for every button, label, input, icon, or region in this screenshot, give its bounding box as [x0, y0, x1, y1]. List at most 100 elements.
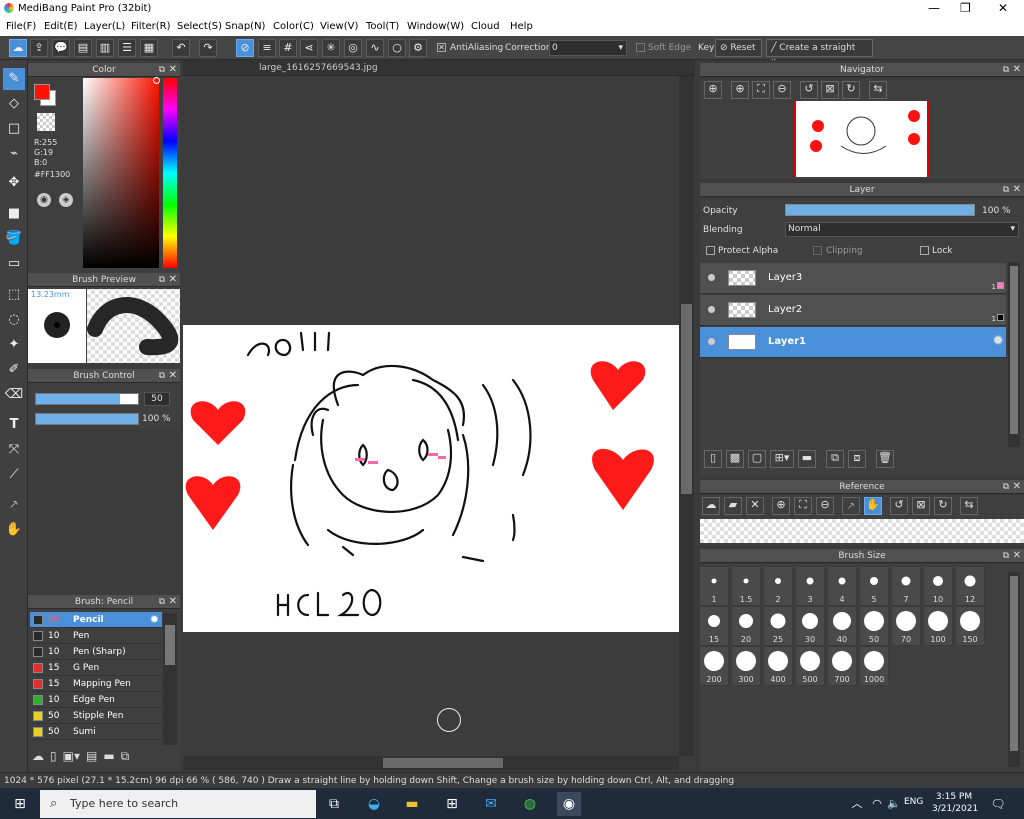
- folder-icon[interactable]: ▬: [103, 749, 114, 764]
- brush-size-cell[interactable]: 25: [763, 606, 793, 646]
- fit-icon[interactable]: ⛶: [752, 81, 770, 99]
- medibang-icon[interactable]: ◍: [518, 792, 542, 816]
- select-rect-icon[interactable]: ⬚: [3, 284, 25, 306]
- windows-start-icon[interactable]: ⊞: [8, 792, 32, 816]
- fill-rect-tool-icon[interactable]: ■: [3, 203, 25, 225]
- brush-size-cell[interactable]: 2: [763, 566, 793, 606]
- popout-icon[interactable]: ⧉: [1003, 63, 1009, 77]
- brush-size-cell[interactable]: 1000: [859, 646, 889, 686]
- palette-icon[interactable]: ◉: [37, 193, 51, 207]
- store-icon[interactable]: ⊞: [440, 792, 464, 816]
- brush-list-item[interactable]: 15 G Pen: [30, 660, 162, 676]
- rotate-right-icon[interactable]: ↻: [842, 81, 860, 99]
- drawing-canvas[interactable]: [183, 325, 679, 632]
- menu-help[interactable]: Help: [510, 21, 533, 32]
- edge-browser-icon[interactable]: ◒: [362, 792, 386, 816]
- brush-size-cell[interactable]: 100: [923, 606, 953, 646]
- brush-list-item[interactable]: 10 Pen: [30, 628, 162, 644]
- copy-brush-icon[interactable]: ▤: [86, 749, 97, 764]
- transparent-swatch[interactable]: [37, 113, 55, 131]
- minimize-button[interactable]: —: [928, 1, 940, 15]
- brush-list-item[interactable]: 15 Mapping Pen: [30, 676, 162, 692]
- scroll-thumb[interactable]: [1010, 266, 1018, 434]
- menu-tool[interactable]: Tool(T): [366, 21, 399, 32]
- mail-icon[interactable]: ✉: [479, 792, 503, 816]
- brush-size-cell[interactable]: 70: [891, 606, 921, 646]
- select-pen-icon[interactable]: ✐: [3, 359, 25, 381]
- horizontal-scrollbar[interactable]: [183, 756, 679, 770]
- palette-add-icon[interactable]: ◈: [59, 193, 73, 207]
- settings-snap-icon[interactable]: ⚙: [409, 39, 427, 57]
- antialiasing-checkbox[interactable]: ✕: [437, 43, 446, 52]
- menu-snap[interactable]: Snap(N): [225, 21, 265, 32]
- volume-icon[interactable]: 🔈: [882, 792, 906, 816]
- reset-rotate-icon[interactable]: ⊠: [912, 497, 930, 515]
- language-indicator[interactable]: ENG: [904, 797, 923, 807]
- cloud-icon[interactable]: ☁: [702, 497, 720, 515]
- lock-checkbox[interactable]: [920, 246, 929, 255]
- text-tool-icon[interactable]: T: [3, 414, 25, 436]
- navigator-thumbnail[interactable]: [794, 101, 929, 177]
- flip-icon[interactable]: ⇆: [960, 497, 978, 515]
- flip-icon[interactable]: ⇆: [869, 81, 887, 99]
- zoom-in-icon[interactable]: ⊕: [704, 81, 722, 99]
- eye-icon[interactable]: [708, 306, 715, 313]
- popout-icon[interactable]: ⧉: [1003, 183, 1009, 197]
- brush-size-cell[interactable]: 400: [763, 646, 793, 686]
- correction-select[interactable]: 0 ▾: [549, 40, 627, 56]
- picker-cursor[interactable]: [153, 77, 160, 84]
- blending-select[interactable]: Normal ▾: [785, 222, 1019, 237]
- vanishing-snap-icon[interactable]: ⋖: [300, 39, 318, 57]
- move-tool-icon[interactable]: ✥: [3, 172, 25, 194]
- brush-size-slider[interactable]: [35, 393, 139, 405]
- eye-icon[interactable]: [708, 274, 715, 281]
- new-halftone-layer-icon[interactable]: ▩: [726, 450, 744, 468]
- clock[interactable]: 3:15 PM 3/21/2021: [932, 791, 978, 815]
- eyedropper-icon[interactable]: ⸕: [3, 494, 25, 516]
- task-view-icon[interactable]: ⧉: [322, 792, 346, 816]
- page-icon[interactable]: ▥: [96, 39, 114, 57]
- grid-layout-icon[interactable]: ▦: [140, 39, 158, 57]
- saturation-value-picker[interactable]: [83, 78, 159, 268]
- list-icon[interactable]: ☰: [118, 39, 136, 57]
- shape-tool-icon[interactable]: □: [3, 118, 25, 140]
- maximize-button[interactable]: ❐: [960, 1, 971, 15]
- hue-slider[interactable]: [163, 78, 177, 268]
- comment-icon[interactable]: ▤: [74, 39, 92, 57]
- menu-view[interactable]: View(V): [320, 21, 358, 32]
- scroll-thumb[interactable]: [1010, 576, 1018, 751]
- brush-size-cell[interactable]: 50: [859, 606, 889, 646]
- close-icon[interactable]: ✕: [169, 273, 177, 287]
- layer-row-1[interactable]: Layer1 ✹: [700, 327, 1006, 358]
- foreground-color-swatch[interactable]: [34, 84, 50, 100]
- select-eraser-icon[interactable]: ⌫: [3, 384, 25, 406]
- menu-edit[interactable]: Edit(E): [44, 21, 78, 32]
- fit-icon[interactable]: ⛶: [794, 497, 812, 515]
- rotate-left-icon[interactable]: ↺: [890, 497, 908, 515]
- eyedropper-icon[interactable]: ⸕: [842, 497, 860, 515]
- close-button[interactable]: ✕: [998, 1, 1008, 15]
- zoom-in-2-icon[interactable]: ⊕: [731, 81, 749, 99]
- brush-size-cell[interactable]: 30: [795, 606, 825, 646]
- reference-image-area[interactable]: [700, 519, 1024, 543]
- brush-list-item[interactable]: 10 Pen (Sharp): [30, 644, 162, 660]
- menu-filter[interactable]: Filter(R): [131, 21, 171, 32]
- brush-size-cell[interactable]: 1: [699, 566, 729, 606]
- close-icon[interactable]: ✕: [169, 595, 177, 609]
- gear-icon[interactable]: ✹: [150, 613, 159, 626]
- popout-icon[interactable]: ⧉: [1003, 549, 1009, 563]
- dot-tool-icon[interactable]: ⌁: [3, 143, 25, 165]
- brush-list-item[interactable]: 50 Stipple Pen: [30, 708, 162, 724]
- rotate-right-icon[interactable]: ↻: [934, 497, 952, 515]
- new-brush-icon[interactable]: ▯: [50, 749, 57, 764]
- vertical-scrollbar[interactable]: [679, 76, 694, 756]
- close-icon[interactable]: ✕: [169, 369, 177, 383]
- brush-size-cell[interactable]: 15: [699, 606, 729, 646]
- cloud-brush-icon[interactable]: ☁: [32, 749, 44, 764]
- menu-layer[interactable]: Layer(L): [84, 21, 125, 32]
- document-tab[interactable]: large_1616257669543.jpg: [183, 60, 695, 76]
- eraser-tool-icon[interactable]: ◇: [3, 93, 25, 115]
- brush-list-item[interactable]: 50 Pencil ✹: [30, 612, 162, 628]
- brush-list-item[interactable]: 50 Sumi: [30, 724, 162, 740]
- cloud-icon[interactable]: ☁: [9, 39, 27, 57]
